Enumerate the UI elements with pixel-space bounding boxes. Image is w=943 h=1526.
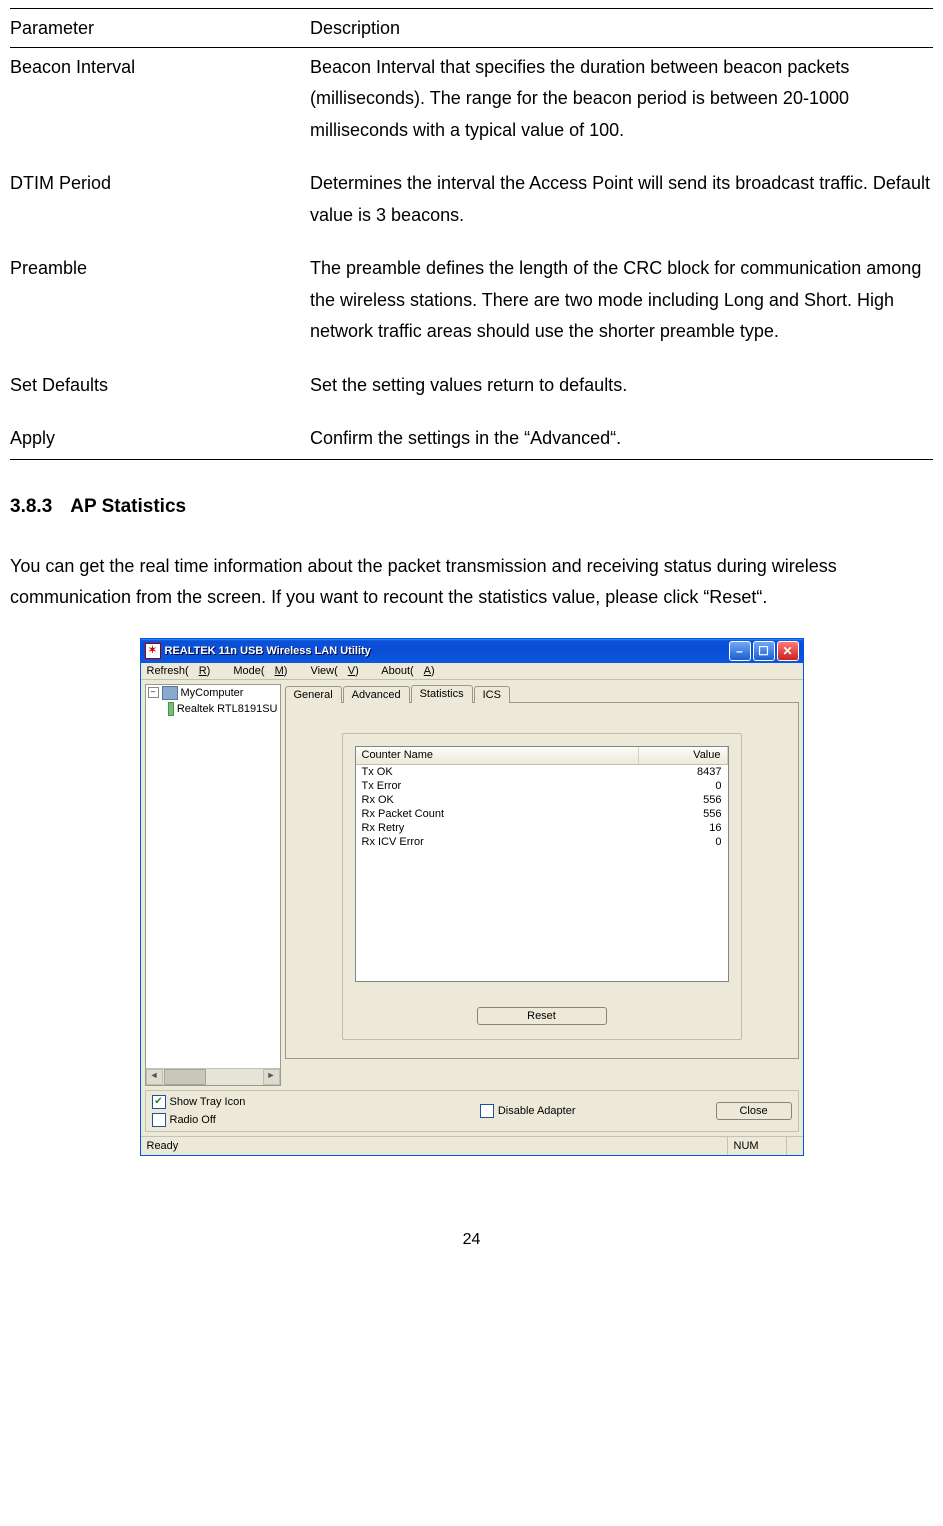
status-num: NUM (728, 1137, 787, 1155)
table-row: DTIM Period Determines the interval the … (10, 164, 933, 249)
titlebar: ✶ REALTEK 11n USB Wireless LAN Utility –… (141, 639, 803, 663)
param-desc: Set the setting values return to default… (310, 366, 933, 420)
table-row: Apply Confirm the settings in the “Advan… (10, 419, 933, 459)
close-window-button[interactable]: ✕ (777, 641, 799, 661)
param-name: Beacon Interval (10, 47, 310, 164)
desc-header: Description (310, 9, 933, 48)
menu-about[interactable]: About(A) (381, 665, 444, 677)
checkbox-unchecked-icon (480, 1104, 494, 1118)
col-counter-name[interactable]: Counter Name (356, 747, 639, 764)
statistics-list[interactable]: Counter Name Value Tx OK8437 Tx Error0 R… (355, 746, 729, 982)
minimize-button[interactable]: – (729, 641, 751, 661)
table-row: Set Defaults Set the setting values retu… (10, 366, 933, 420)
list-item[interactable]: Tx Error0 (356, 779, 728, 793)
section-paragraph: You can get the real time information ab… (10, 551, 933, 614)
table-row: Preamble The preamble defines the length… (10, 249, 933, 366)
horizontal-scrollbar[interactable]: ◄ ► (146, 1068, 280, 1085)
menubar: Refresh(R) Mode(M) View(V) About(A) (141, 663, 803, 680)
param-name: Apply (10, 419, 310, 459)
device-tree[interactable]: – MyComputer Realtek RTL8191SU ◄ ► (145, 684, 281, 1086)
list-item[interactable]: Rx Packet Count556 (356, 807, 728, 821)
param-desc: Beacon Interval that specifies the durat… (310, 47, 933, 164)
checkbox-checked-icon: ✔ (152, 1095, 166, 1109)
app-window: ✶ REALTEK 11n USB Wireless LAN Utility –… (140, 638, 804, 1156)
collapse-icon[interactable]: – (148, 687, 159, 698)
statistics-group: Counter Name Value Tx OK8437 Tx Error0 R… (342, 733, 742, 1040)
scroll-right-icon[interactable]: ► (263, 1069, 280, 1085)
options-panel: ✔ Show Tray Icon Radio Off Disable Adapt… (145, 1090, 799, 1132)
section-number: 3.8.3 (10, 490, 52, 523)
col-value[interactable]: Value (639, 747, 728, 764)
adapter-icon (168, 702, 174, 716)
param-desc: The preamble defines the length of the C… (310, 249, 933, 366)
list-item[interactable]: Rx Retry16 (356, 821, 728, 835)
show-tray-checkbox[interactable]: ✔ Show Tray Icon (152, 1095, 246, 1109)
maximize-button[interactable]: ☐ (753, 641, 775, 661)
status-ready: Ready (141, 1137, 728, 1155)
scroll-left-icon[interactable]: ◄ (146, 1069, 163, 1085)
menu-view[interactable]: View(V) (310, 665, 368, 677)
computer-icon (162, 686, 178, 700)
app-icon: ✶ (145, 643, 161, 659)
menu-refresh[interactable]: Refresh(R) (147, 665, 221, 677)
tree-adapter[interactable]: Realtek RTL8191SU (177, 703, 278, 715)
param-name: DTIM Period (10, 164, 310, 249)
param-name: Preamble (10, 249, 310, 366)
list-item[interactable]: Tx OK8437 (356, 765, 728, 779)
tab-advanced[interactable]: Advanced (343, 686, 410, 703)
tab-ics[interactable]: ICS (474, 686, 510, 703)
menu-mode[interactable]: Mode(M) (233, 665, 297, 677)
disable-adapter-checkbox[interactable]: Disable Adapter (480, 1104, 576, 1118)
window-title: REALTEK 11n USB Wireless LAN Utility (165, 645, 727, 657)
param-name: Set Defaults (10, 366, 310, 420)
section-title: AP Statistics (70, 496, 186, 517)
list-item[interactable]: Rx ICV Error0 (356, 835, 728, 849)
parameter-table: Parameter Description Beacon Interval Be… (10, 8, 933, 460)
param-header: Parameter (10, 9, 310, 48)
tab-general[interactable]: General (285, 686, 342, 703)
reset-button[interactable]: Reset (477, 1007, 607, 1025)
param-desc: Determines the interval the Access Point… (310, 164, 933, 249)
tab-statistics[interactable]: Statistics (411, 685, 473, 703)
radio-off-checkbox[interactable]: Radio Off (152, 1113, 246, 1127)
page-number: 24 (10, 1226, 933, 1254)
list-item[interactable]: Rx OK556 (356, 793, 728, 807)
tab-panel: Counter Name Value Tx OK8437 Tx Error0 R… (285, 702, 799, 1059)
tree-root[interactable]: MyComputer (181, 687, 244, 699)
table-row: Beacon Interval Beacon Interval that spe… (10, 47, 933, 164)
checkbox-unchecked-icon (152, 1113, 166, 1127)
section-heading: 3.8.3 AP Statistics (10, 490, 933, 523)
scroll-thumb[interactable] (164, 1069, 206, 1085)
tab-strip: General Advanced Statistics ICS (285, 685, 799, 703)
param-desc: Confirm the settings in the “Advanced“. (310, 419, 933, 459)
statusbar: Ready NUM (141, 1136, 803, 1155)
close-button[interactable]: Close (716, 1102, 792, 1120)
